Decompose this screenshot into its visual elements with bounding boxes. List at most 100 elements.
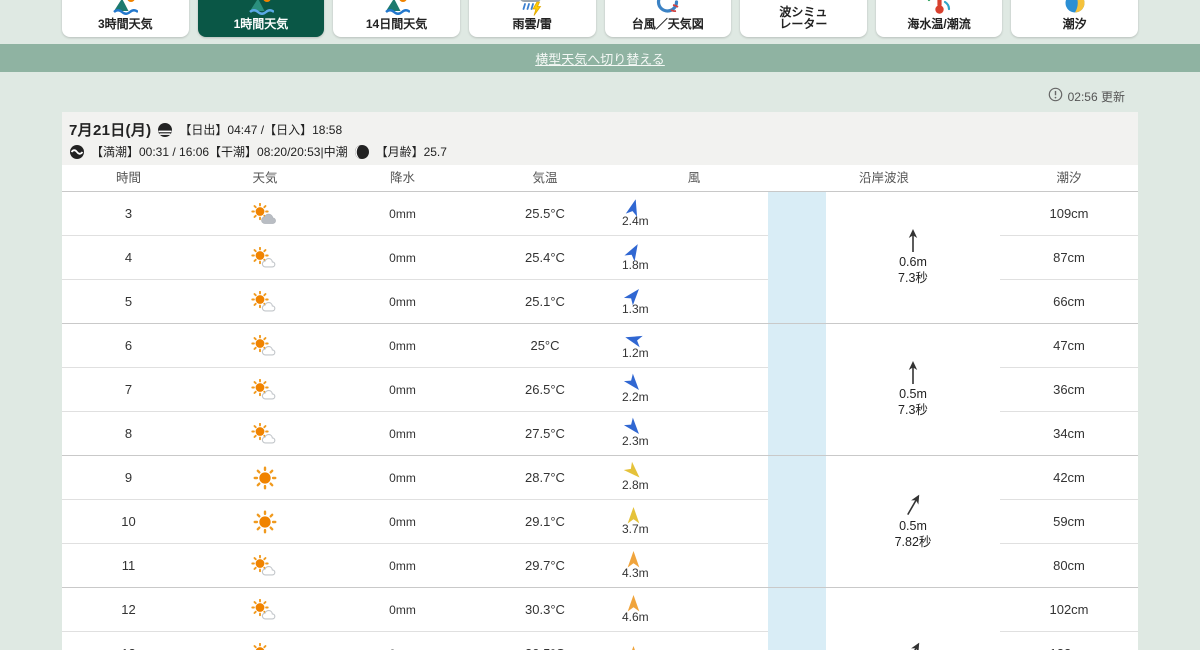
moon-icon: [354, 144, 370, 160]
sea-temp-icon: [926, 0, 952, 16]
precip-value: 0mm: [335, 559, 470, 573]
temp-value: 29.7°C: [470, 558, 620, 573]
sunny-icon: [253, 466, 277, 490]
scene-icon: [112, 0, 138, 16]
hour-cell: 6: [62, 338, 195, 353]
tide-value: 47cm: [1000, 324, 1138, 368]
tide-value: 102cm: [1000, 588, 1138, 632]
table-row: 3 0mm 25.5°C 2.4m: [62, 192, 768, 236]
tide-column: 109cm87cm66cm47cm36cm34cm42cm59cm80cm102…: [1000, 192, 1138, 650]
col-tide: 潮汐: [1000, 165, 1138, 192]
temp-value: 25.1°C: [470, 294, 620, 309]
precip-value: 0mm: [335, 295, 470, 309]
day-header: 7月21日(月) 【日出】04:47 /【日入】18:58 【満潮】00:31 …: [62, 112, 1138, 165]
weather-page: 3時間天気 1時間天気 14日間天気 雨雲/雷 台風／天気図: [0, 0, 1200, 650]
tab-label: 潮汐: [1063, 18, 1087, 31]
hour-cell: 13: [62, 646, 195, 650]
weather-icon-cell: [195, 423, 335, 445]
table-row: 9 0mm 28.7°C 2.8m: [62, 456, 768, 500]
wave-group-cell: 0.6m 7.3秒: [768, 192, 1000, 324]
table-row: 8 0mm 27.5°C 2.3m: [62, 412, 768, 456]
sun-cloud-icon: [251, 247, 279, 269]
wind-arrow-icon: [622, 507, 642, 524]
hour-cell: 5: [62, 294, 195, 309]
weather-icon-cell: [195, 466, 335, 490]
tide-value: 80cm: [1000, 544, 1138, 588]
col-hour: 時間: [62, 165, 195, 192]
wind-speed: 4.3m: [622, 566, 649, 580]
precip-value: 0mm: [335, 427, 470, 441]
table-row: 10 0mm 29.1°C 3.7m: [62, 500, 768, 544]
wind-speed: 4.6m: [622, 610, 649, 624]
col-temp: 気温: [470, 165, 620, 192]
temp-value: 30.5°C: [470, 646, 620, 650]
wind-cell: [620, 646, 768, 650]
col-precip: 降水: [335, 165, 470, 192]
tab-label: 波シミュ レーター: [779, 6, 827, 31]
weather-icon-cell: [195, 599, 335, 621]
wave-height: 0.5m: [899, 387, 927, 403]
col-wind: 風: [620, 165, 768, 192]
wave-group-cell: [768, 588, 1000, 650]
wind-arrow-icon: [622, 595, 642, 612]
table-row: 13 0mm 30.5°C: [62, 632, 768, 650]
temp-value: 25.4°C: [470, 250, 620, 265]
temp-value: 29.1°C: [470, 514, 620, 529]
tab-label: 3時間天気: [98, 18, 153, 31]
wind-cell: 1.2m: [620, 331, 768, 360]
update-time-text: 02:56 更新: [1068, 88, 1125, 105]
wind-cell: 2.8m: [620, 463, 768, 492]
sun-cloud-icon: [251, 335, 279, 357]
tab-tide[interactable]: 潮汐: [1011, 0, 1138, 37]
weather-icon-cell: [195, 510, 335, 534]
weather-icon-cell: [195, 555, 335, 577]
tab-label: 台風／天気図: [632, 18, 704, 31]
precip-value: 0mm: [335, 207, 470, 221]
hour-cell: 10: [62, 514, 195, 529]
typhoon-icon: [655, 0, 681, 16]
tab-label: 14日間天気: [366, 18, 427, 31]
precip-value: 0mm: [335, 515, 470, 529]
tide-ball-icon: [1062, 0, 1088, 16]
sun-graycloud-icon: [251, 203, 279, 225]
wave-icon: [69, 144, 85, 160]
tab-label: 雨雲/雷: [513, 18, 552, 31]
scene-icon: [384, 0, 410, 16]
tide-value: 36cm: [1000, 368, 1138, 412]
wind-cell: 4.3m: [620, 551, 768, 580]
tab-3hour-weather[interactable]: 3時間天気: [62, 0, 189, 37]
hourly-rows: 3 0mm 25.5°C 2.4m 4: [62, 192, 768, 650]
weather-icon-cell: [195, 335, 335, 357]
precip-value: 0mm: [335, 339, 470, 353]
wind-arrow-icon: [622, 551, 642, 568]
table-header: 時間 天気 降水 気温 風 沿岸波浪 潮汐: [62, 165, 1138, 192]
sun-cloud-icon: [251, 379, 279, 401]
update-status: 02:56 更新: [1048, 87, 1125, 105]
wave-period: 7.82秒: [895, 535, 932, 551]
date-label: 7月21日(月): [69, 119, 151, 140]
wind-cell: 1.8m: [620, 243, 768, 272]
moon-age: 【月齢】25.7: [376, 143, 447, 160]
weather-icon-cell: [195, 379, 335, 401]
table-row: 7 0mm 26.5°C 2.2m: [62, 368, 768, 412]
temp-value: 27.5°C: [470, 426, 620, 441]
tide-value: 87cm: [1000, 236, 1138, 280]
table-row: 12 0mm 30.3°C 4.6m: [62, 588, 768, 632]
col-coastal-wave: 沿岸波浪: [768, 165, 1000, 192]
wind-cell: 2.4m: [620, 199, 768, 228]
raincloud-bolt-icon: [519, 0, 545, 16]
switch-horizontal-weather-link[interactable]: 横型天気へ切り替える: [535, 49, 665, 68]
wave-arrow-icon: [905, 493, 921, 519]
tab-seatemp-current[interactable]: 海水温/潮流: [876, 0, 1003, 37]
precip-value: 0mm: [335, 603, 470, 617]
tab-raincloud-lightning[interactable]: 雨雲/雷: [469, 0, 596, 37]
tab-wave-simulator[interactable]: 波シミュ レーター: [740, 0, 867, 37]
precip-value: 0mm: [335, 251, 470, 265]
wind-speed: 3.7m: [622, 522, 649, 536]
tab-1hour-weather[interactable]: 1時間天気: [198, 0, 325, 37]
tab-typhoon-weathermap[interactable]: 台風／天気図: [605, 0, 732, 37]
wind-arrow-icon: [622, 199, 642, 216]
precip-value: 0mm: [335, 383, 470, 397]
tab-14day-weather[interactable]: 14日間天気: [333, 0, 460, 37]
table-body: 3 0mm 25.5°C 2.4m 4: [62, 192, 1138, 650]
